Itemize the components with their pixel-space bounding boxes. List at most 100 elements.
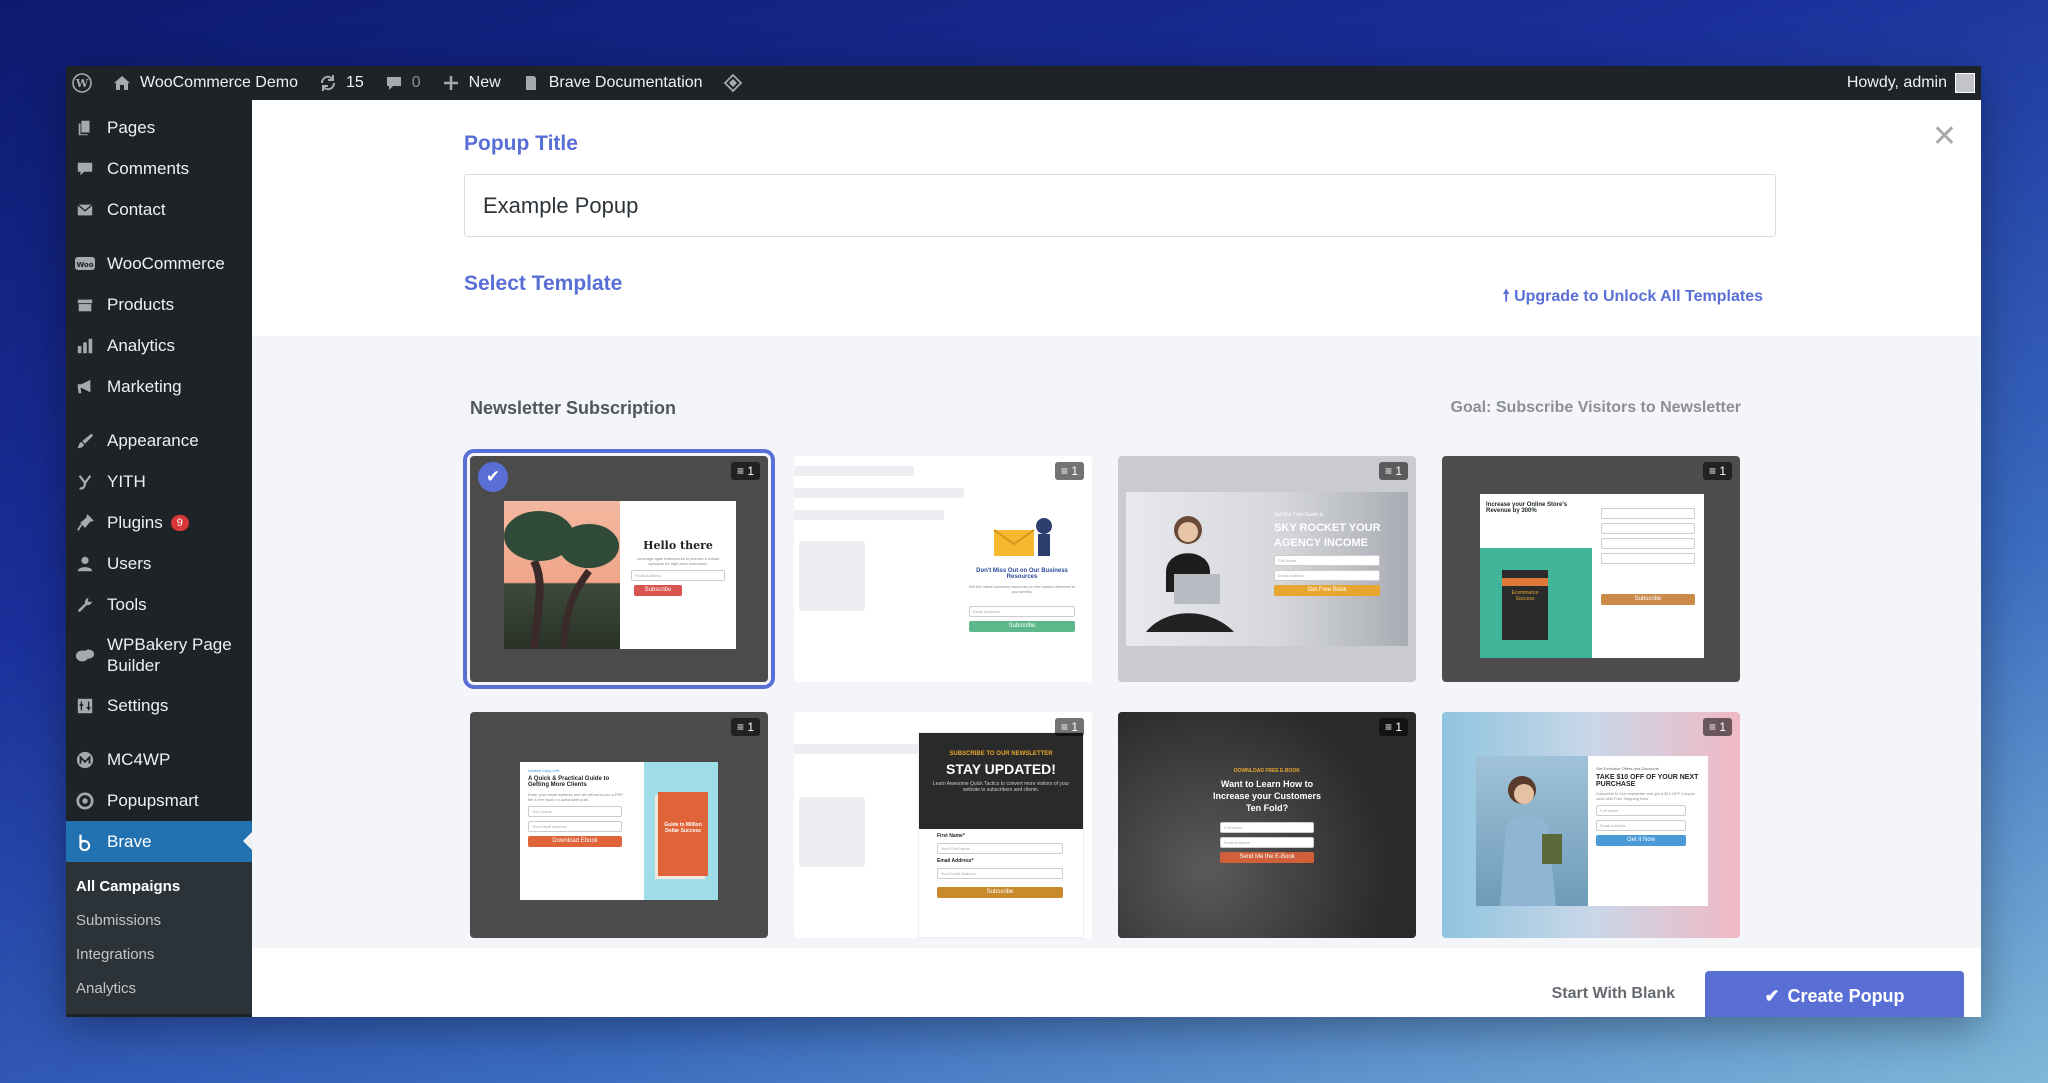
template-card-3[interactable]: ≡ 1 Get Our Free Guide to SKY ROCKET YOU… [1118, 456, 1416, 682]
preview-field [1601, 523, 1695, 534]
goal-label: Goal: Subscribe Visitors to Newsletter [1450, 399, 1741, 416]
plugin-icon [75, 513, 95, 533]
tree-illustration [504, 511, 619, 650]
preview-button: Subscribe [969, 621, 1075, 632]
wordpress-logo[interactable]: W [72, 66, 92, 100]
comments-link[interactable]: 0 [384, 66, 421, 100]
sidebar-item-comments[interactable]: Comments [66, 148, 252, 189]
template-card-8[interactable]: ≡ 1 Get Exclusive Offers and Discounts T… [1442, 712, 1740, 938]
new-content-link[interactable]: New [441, 66, 501, 100]
preview-body: Get the latest business resources on the… [968, 584, 1076, 594]
preview-field: Email address [1596, 820, 1686, 831]
preview-button: Subscribe [634, 585, 682, 596]
svg-text:W: W [75, 77, 89, 90]
check-icon: ✔ [478, 462, 508, 492]
template-card-5[interactable]: ≡ 1 Limited Copy Left A Quick & Practica… [470, 712, 768, 938]
submenu-analytics[interactable]: Analytics [66, 972, 252, 1006]
layer-count: 1 [1395, 720, 1402, 734]
sidebar-item-contact[interactable]: Contact [66, 189, 252, 230]
popup-text-block: Get Our Free Guide to SKY ROCKET YOUR AG… [1274, 512, 1398, 600]
brave-toolbar-link[interactable] [723, 66, 743, 100]
updates-link[interactable]: 15 [318, 66, 364, 100]
plugins-update-badge: 9 [170, 514, 189, 531]
preview-field: Email Address [631, 570, 725, 581]
sidebar-item-analytics[interactable]: Analytics [66, 325, 252, 366]
popup-preview: Don't Miss Out on Our Business Resources… [952, 506, 1092, 682]
create-popup-button[interactable]: ✔ Create Popup [1705, 971, 1964, 1017]
category-title: Newsletter Subscription [470, 398, 677, 418]
upgrade-label: Upgrade to Unlock All Templates [1514, 288, 1763, 305]
preview-button: Subscribe [937, 887, 1063, 898]
book-cover: Guide to Million Dollar Success [658, 792, 708, 876]
preview-field [1601, 538, 1695, 549]
popup-title-label: Popup Title [464, 132, 578, 155]
comments-icon [75, 159, 95, 179]
sidebar-item-plugins[interactable]: Plugins 9 [66, 502, 252, 543]
popup-form: First Name* Your First Name Email Addres… [919, 829, 1083, 906]
sidebar-item-brave[interactable]: Brave [66, 821, 252, 862]
products-icon [75, 295, 95, 315]
preview-button: Download Ebook [528, 836, 622, 847]
sidebar-item-label: Settings [107, 695, 169, 715]
popup-preview: SUBSCRIBE TO OUR NEWSLETTER STAY UPDATED… [918, 732, 1084, 938]
template-card-7[interactable]: ≡ 1 DOWNLOAD FREE E-BOOK Want to Learn H… [1118, 712, 1416, 938]
preview-field: Email Address [1220, 837, 1314, 848]
sidebar-item-tools[interactable]: Tools [66, 584, 252, 625]
template-card-4[interactable]: ≡ 1 Increase your Online Store's Revenue… [1442, 456, 1740, 682]
wpbakery-icon [75, 645, 95, 665]
popup-title-input[interactable] [464, 174, 1776, 237]
preview-body: Learn Awesome Quick Tactics to convert m… [932, 781, 1070, 793]
new-label: New [468, 74, 501, 91]
woman-laptop-illustration [1146, 516, 1234, 632]
sidebar-item-label: Brave [107, 831, 152, 851]
sidebar-item-users[interactable]: Users [66, 543, 252, 584]
layer-count: 1 [747, 464, 754, 478]
sidebar-item-mc4wp[interactable]: MC4WP [66, 739, 252, 780]
sidebar-item-label: Products [107, 294, 175, 314]
sidebar-item-wpbakery[interactable]: WPBakery Page Builder [66, 625, 252, 685]
preview-field: Full Name [1596, 805, 1686, 816]
mail-icon [75, 200, 95, 220]
submenu-submissions[interactable]: Submissions [66, 904, 252, 938]
sidebar-item-label: WPBakery Page Builder [107, 635, 232, 675]
submenu-integrations[interactable]: Integrations [66, 938, 252, 972]
preview-pretitle: Limited Copy Left [528, 768, 560, 773]
sidebar-item-products[interactable]: Products [66, 284, 252, 325]
sidebar-item-yith[interactable]: YITH [66, 461, 252, 502]
preview-field-label: First Name* [937, 833, 965, 839]
template-card-1[interactable]: ✔ ≡ 1 Hello there Leverage agile framewo… [463, 449, 775, 689]
layers-badge: ≡ 1 [1054, 462, 1084, 480]
avatar [1955, 73, 1975, 93]
layers-badge: ≡ 1 [1378, 718, 1408, 736]
sidebar-item-woocommerce[interactable]: Woo WooCommerce [66, 243, 252, 284]
sidebar-item-pages[interactable]: Pages [66, 107, 252, 148]
layers-icon: ≡ [1060, 720, 1072, 734]
template-card-2[interactable]: ≡ 1 Don't Miss Out on Our Business Resou… [794, 456, 1092, 682]
sidebar-item-appearance[interactable]: Appearance [66, 420, 252, 461]
sidebar-item-popupsmart[interactable]: Popupsmart [66, 780, 252, 821]
placeholder-line [794, 488, 964, 498]
placeholder-line [794, 510, 944, 520]
upgrade-link[interactable]: 🠕 Upgrade to Unlock All Templates [1503, 285, 1763, 312]
preview-field-label: Email Address* [937, 858, 974, 864]
site-name-link[interactable]: WooCommerce Demo [112, 66, 298, 100]
sidebar-item-marketing[interactable]: Marketing [66, 366, 252, 407]
layers-badge: ≡ 1 [1378, 462, 1408, 480]
updates-count: 15 [345, 74, 364, 91]
close-icon[interactable]: ✕ [1932, 122, 1957, 152]
sidebar-item-settings[interactable]: Settings [66, 685, 252, 726]
sidebar-item-label: Plugins [107, 512, 163, 532]
sidebar-item-label: MC4WP [107, 749, 171, 769]
select-template-label: Select Template [464, 272, 623, 295]
docs-link[interactable]: Brave Documentation [521, 66, 703, 100]
my-account-link[interactable]: Howdy, admin [1847, 66, 1975, 100]
comments-count: 0 [411, 74, 421, 91]
preview-pretitle: DOWNLOAD FREE E-BOOK [1233, 768, 1301, 774]
preview-pretitle: SUBSCRIBE TO OUR NEWSLETTER [949, 751, 1053, 757]
template-card-6[interactable]: ≡ 1 SUBSCRIBE TO OUR NEWSLETTER STAY UPD… [794, 712, 1092, 938]
preview-heading: A Quick & Practical Guide to Getting Mor… [528, 776, 610, 788]
howdy-text: Howdy, admin [1846, 74, 1947, 91]
popup-form-pane: Subscribe [1592, 494, 1704, 658]
start-with-blank-button[interactable]: Start With Blank [1552, 985, 1675, 1003]
submenu-all-campaigns[interactable]: All Campaigns [66, 870, 252, 904]
